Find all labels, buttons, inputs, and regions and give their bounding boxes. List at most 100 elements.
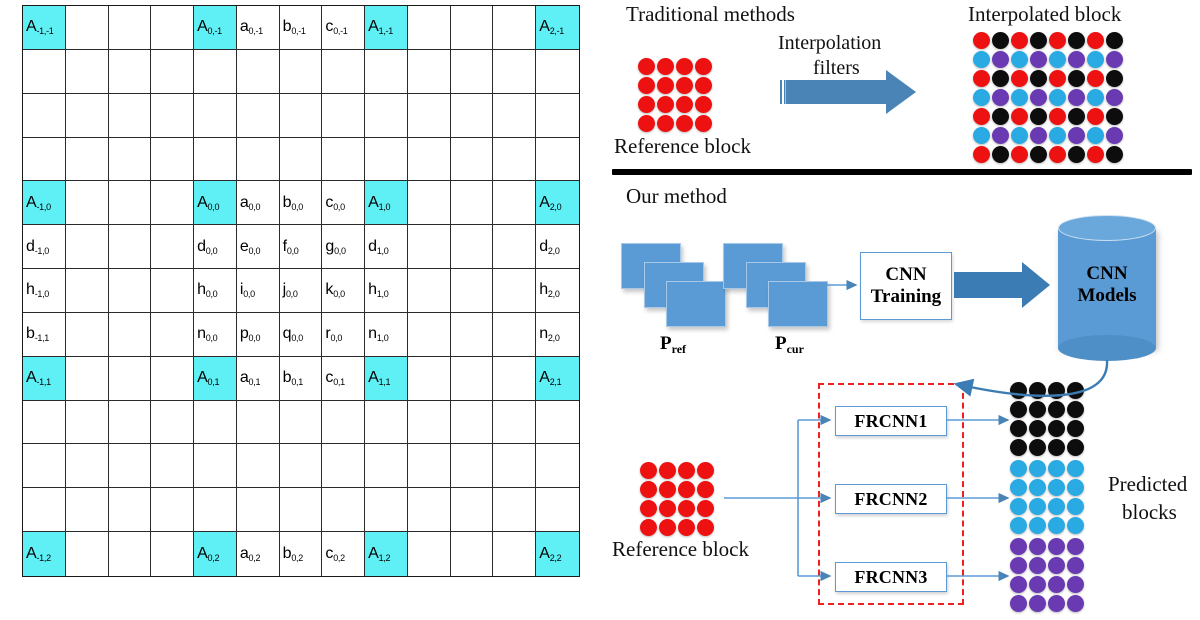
grid-cell-r2-c12 xyxy=(536,93,579,138)
grid-cell-label: A1,0 xyxy=(368,193,391,212)
grid-cell-r9-c11 xyxy=(493,400,537,445)
grid-cell-label: A0,0 xyxy=(197,193,220,212)
grid-cell-r12-c10 xyxy=(450,532,494,576)
grid-cell-r4-c5: a0,0 xyxy=(236,181,280,226)
grid-cell-label: h2,0 xyxy=(539,281,560,300)
predicted-blue-dot xyxy=(1067,498,1084,515)
predicted-block-black xyxy=(1010,382,1084,456)
grid-cell-r9-c10 xyxy=(450,400,494,445)
traditional-reference-block-label: Reference block xyxy=(614,134,752,158)
interpolated-dot xyxy=(1030,108,1047,125)
grid-cell-r3-c3 xyxy=(151,137,195,182)
grid-cell-r12-c9 xyxy=(407,532,451,576)
predicted-blue-dot xyxy=(1010,517,1027,534)
interpolated-dot xyxy=(1087,146,1104,163)
grid-cell-r1-c8 xyxy=(365,49,408,94)
grid-cell-r4-c12: A2,0 xyxy=(536,181,579,226)
grid-cell-r9-c9 xyxy=(407,400,451,445)
grid-cell-r8-c11 xyxy=(493,356,537,401)
traditional-reference-dot xyxy=(676,115,693,132)
grid-cell-r5-c2 xyxy=(108,225,152,270)
predicted-purple-dot xyxy=(1029,576,1046,593)
grid-cell-r0-c7: c0,-1 xyxy=(322,6,366,50)
interpolated-dot xyxy=(992,70,1009,87)
grid-cell-r11-c4 xyxy=(194,488,237,533)
interpolated-dot xyxy=(1087,89,1104,106)
interpolated-dot xyxy=(1049,51,1066,68)
grid-cell-r8-c9 xyxy=(407,356,451,401)
grid-cell-r11-c10 xyxy=(450,488,494,533)
grid-cell-r6-c12: h2,0 xyxy=(536,269,579,313)
grid-cell-r1-c10 xyxy=(450,49,494,94)
grid-cell-label: h1,0 xyxy=(368,281,389,300)
grid-cell-r9-c4 xyxy=(194,400,237,445)
traditional-reference-dot xyxy=(695,115,712,132)
interpolated-dot xyxy=(992,32,1009,49)
frcnn2-box[interactable]: FRCNN2 xyxy=(835,484,947,514)
cnn-models-line1: CNN xyxy=(1086,263,1128,284)
interpolated-dot xyxy=(973,127,990,144)
grid-cell-label: a0,1 xyxy=(239,369,261,388)
grid-cell-label: n2,0 xyxy=(539,325,560,344)
predicted-blocks-label-line2: blocks xyxy=(1122,500,1177,524)
our-reference-dot xyxy=(697,500,714,517)
our-reference-dot xyxy=(697,462,714,479)
interpolated-dot xyxy=(1030,51,1047,68)
grid-cell-r9-c8 xyxy=(365,400,408,445)
grid-cell-r10-c12 xyxy=(536,444,579,489)
predicted-block-blue xyxy=(1010,460,1084,534)
predicted-blue-dot xyxy=(1067,517,1084,534)
grid-cell-label: d1,0 xyxy=(368,237,389,256)
predicted-blocks-label-line1: Predicted xyxy=(1108,472,1188,496)
grid-cell-label: A1,1 xyxy=(368,369,391,388)
predicted-purple-dot xyxy=(1048,595,1065,612)
grid-cell-r5-c9 xyxy=(407,225,451,270)
fractional-pixel-position-grid: A-1,-1 A0,-1 a0,-1 b0,-1 c0,-1 A1,-1 A2,-1 A-1,… xyxy=(22,5,580,577)
grid-cell-r7-c10 xyxy=(450,312,494,357)
frcnn3-box[interactable]: FRCNN3 xyxy=(835,562,947,592)
cnn-training-line1: CNN xyxy=(885,264,927,286)
predicted-blue-dot xyxy=(1029,517,1046,534)
grid-cell-r0-c9 xyxy=(407,6,451,50)
predicted-black-dot xyxy=(1067,382,1084,399)
interpolated-dot xyxy=(1106,108,1123,125)
interpolated-dot xyxy=(1011,108,1028,125)
grid-cell-r8-c7: c0,1 xyxy=(322,356,366,401)
grid-cell-label: i0,0 xyxy=(239,281,255,300)
grid-cell-label: b0,-1 xyxy=(282,18,306,37)
grid-cell-r12-c7: c0,2 xyxy=(322,532,366,576)
grid-cell-r9-c12 xyxy=(536,400,579,445)
grid-cell-r4-c10 xyxy=(450,181,494,226)
grid-cell-r1-c11 xyxy=(493,49,537,94)
cnn-training-box[interactable]: CNN Training xyxy=(860,252,952,320)
frcnn1-box[interactable]: FRCNN1 xyxy=(835,406,947,436)
grid-cell-r11-c0 xyxy=(23,488,66,533)
grid-cell-r1-c5 xyxy=(236,49,280,94)
interpolated-dot xyxy=(1106,70,1123,87)
grid-cell-label: c0,0 xyxy=(325,193,345,212)
interpolated-dot xyxy=(1011,51,1028,68)
our-method-reference-block-label: Reference block xyxy=(612,537,750,561)
grid-cell-label: d-1,0 xyxy=(26,237,50,256)
interpolated-dot xyxy=(1049,127,1066,144)
grid-cell-label: c0,1 xyxy=(325,369,345,388)
cnn-models-cylinder: CNN Models xyxy=(1058,215,1156,361)
grid-cell-r4-c2 xyxy=(108,181,152,226)
interpolated-dot xyxy=(1106,32,1123,49)
pref-card-3 xyxy=(666,281,726,327)
interpolated-dot xyxy=(1087,127,1104,144)
grid-cell-label: b-1,1 xyxy=(26,325,50,344)
grid-cell-r12-c8: A1,2 xyxy=(365,532,408,576)
grid-cell-r4-c4: A0,0 xyxy=(194,181,237,226)
grid-cell-label: c0,-1 xyxy=(325,18,348,37)
grid-cell-r5-c1 xyxy=(65,225,109,270)
grid-cell-r4-c8: A1,0 xyxy=(365,181,408,226)
traditional-reference-dot xyxy=(657,77,674,94)
pcur-card-3 xyxy=(768,281,828,327)
predicted-black-dot xyxy=(1010,382,1027,399)
predicted-blue-dot xyxy=(1029,479,1046,496)
our-method-reference-block xyxy=(640,462,714,536)
grid-cell-r0-c1 xyxy=(65,6,109,50)
traditional-methods-title: Traditional methods xyxy=(626,2,795,26)
grid-cell-r7-c7: r0,0 xyxy=(322,312,366,357)
